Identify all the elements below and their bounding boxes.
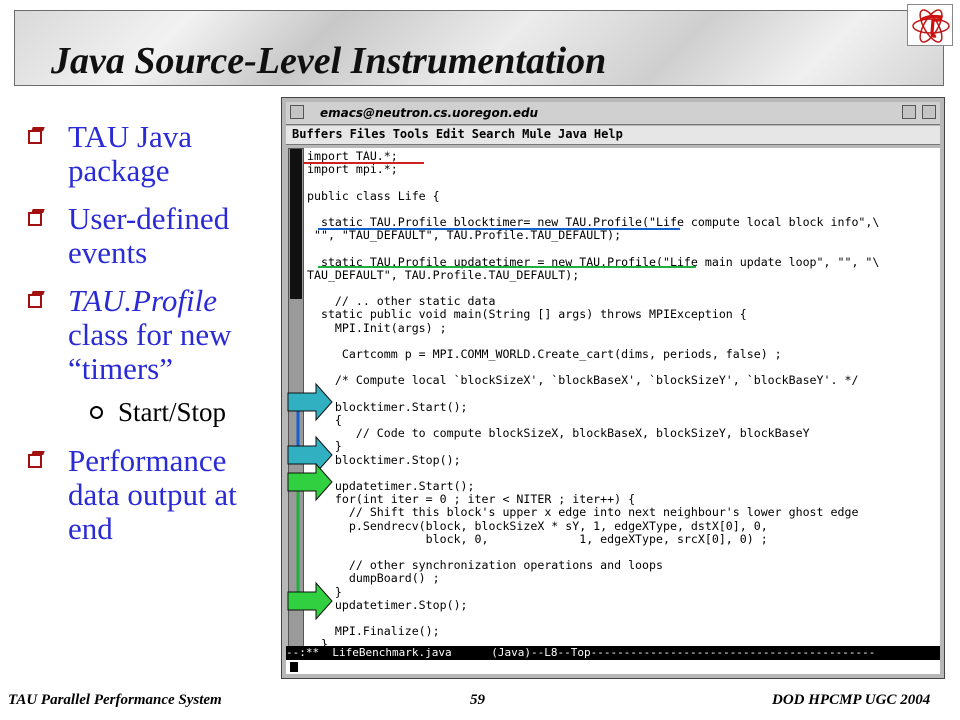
menu-item-search[interactable]: Search [472, 127, 515, 141]
code-line: import mpi.*; [307, 162, 398, 177]
blocktimer-start-arrow-icon [287, 382, 333, 422]
menu-item-files[interactable]: Files [350, 127, 386, 141]
menu-item-tools[interactable]: Tools [393, 127, 429, 141]
tau-symbol-icon [907, 4, 953, 46]
bullet-item: Performance data output at end [24, 444, 280, 546]
window-title: emacs@neutron.cs.uoregon.edu [320, 106, 539, 120]
maximize-button[interactable] [922, 105, 936, 119]
bullet-text: TAU.Profile [68, 283, 217, 318]
sub-bullet-text: Start/Stop [118, 397, 227, 427]
page-number: 59 [470, 692, 485, 708]
sub-bullet-item: Start/Stop [24, 396, 280, 428]
code-line: // Shift this block's upper x edge into … [307, 505, 859, 520]
menu-item-help[interactable]: Help [594, 127, 623, 141]
code-line: // .. other static data [307, 294, 496, 309]
minibuffer[interactable] [286, 660, 940, 674]
circle-bullet-icon [90, 406, 103, 419]
menu-item-edit[interactable]: Edit [436, 127, 465, 141]
code-line: "", "TAU_DEFAULT", TAU.Profile.TAU_DEFAU… [307, 228, 622, 243]
bullet-text: TAU Java package [68, 119, 193, 188]
code-line: p.Sendrecv(block, blockSizeX * sY, 1, ed… [307, 518, 768, 533]
updatetimer-start-arrow-icon [287, 462, 333, 502]
bullet-item: User-defined events [24, 202, 280, 270]
window-menu-button[interactable] [290, 105, 304, 119]
bullet-box-icon [28, 130, 42, 144]
annotation-arrows [287, 382, 333, 620]
cursor-block [290, 662, 298, 672]
code-line: MPI.Finalize(); [307, 624, 440, 639]
code-line: static TAU.Profile blocktimer= new TAU.P… [307, 215, 880, 229]
code-line: block, 0, 1, edgeXType, srcX[0], 0) ; [307, 531, 768, 546]
updatetimer-stop-arrow-icon [287, 581, 333, 620]
title-banner: Java Source-Level Instrumentation [14, 10, 944, 86]
menu-bar: Buffers Files Tools Edit Search Mule Java Help [286, 126, 940, 145]
minimize-button[interactable] [902, 105, 916, 119]
bullet-item: TAU Java package [24, 120, 280, 188]
blocktimer-stop-arrow-icon [287, 435, 333, 475]
bullet-box-icon [28, 454, 42, 468]
bullet-text: Performance data output at end [68, 443, 237, 546]
bullet-text-suffix: class for new “timers” [68, 317, 232, 386]
slide-title: Java Source-Level Instrumentation [51, 40, 607, 82]
bullet-item: TAU.Profile class for new “timers” [24, 284, 280, 386]
menu-item-mule[interactable]: Mule [522, 127, 551, 141]
bullet-box-icon [28, 212, 42, 226]
code-line: TAU_DEFAULT", TAU.Profile.TAU_DEFAULT); [307, 267, 580, 282]
code-editor[interactable]: import TAU.*; import mpi.*; public class L… [304, 148, 940, 646]
scrollbar-thumb[interactable] [290, 149, 302, 299]
menu-item-buffers[interactable]: Buffers [292, 127, 343, 141]
blocktimer-underline [318, 228, 680, 230]
import-underline [304, 162, 424, 164]
code-line: Cartcomm p = MPI.COMM_WORLD.Create_cart(… [307, 347, 782, 361]
menu-item-java[interactable]: Java [558, 127, 587, 141]
bullet-box-icon [28, 294, 42, 308]
window-titlebar[interactable]: emacs@neutron.cs.uoregon.edu [286, 102, 940, 125]
code-line: static public void main(String [] args) … [307, 307, 747, 322]
emacs-window: emacs@neutron.cs.uoregon.edu Buffers File… [281, 97, 945, 679]
code-line: MPI.Init(args) ; [307, 320, 447, 335]
updatetimer-underline [318, 266, 696, 268]
bullet-text: User-defined events [68, 201, 230, 270]
code-line: for(int iter = 0 ; iter < NITER ; iter++… [307, 492, 636, 507]
code-line: // other synchronization operations and … [307, 558, 663, 573]
footer-right: DOD HPCMP UGC 2004 [772, 692, 931, 708]
bullet-list: TAU Java package User-defined events TAU… [24, 120, 280, 560]
mode-line: --:** LifeBenchmark.java (Java)--L8--Top… [286, 646, 940, 660]
footer-left: TAU Parallel Performance System [8, 692, 222, 708]
code-line: import TAU.*; [307, 149, 398, 163]
code-line: public class Life { [307, 188, 440, 203]
code-line: // Code to compute blockSizeX, blockBase… [307, 426, 810, 441]
code-line: } [307, 637, 328, 646]
code-line: /* Compute local `blockSizeX', `blockBas… [307, 373, 859, 388]
